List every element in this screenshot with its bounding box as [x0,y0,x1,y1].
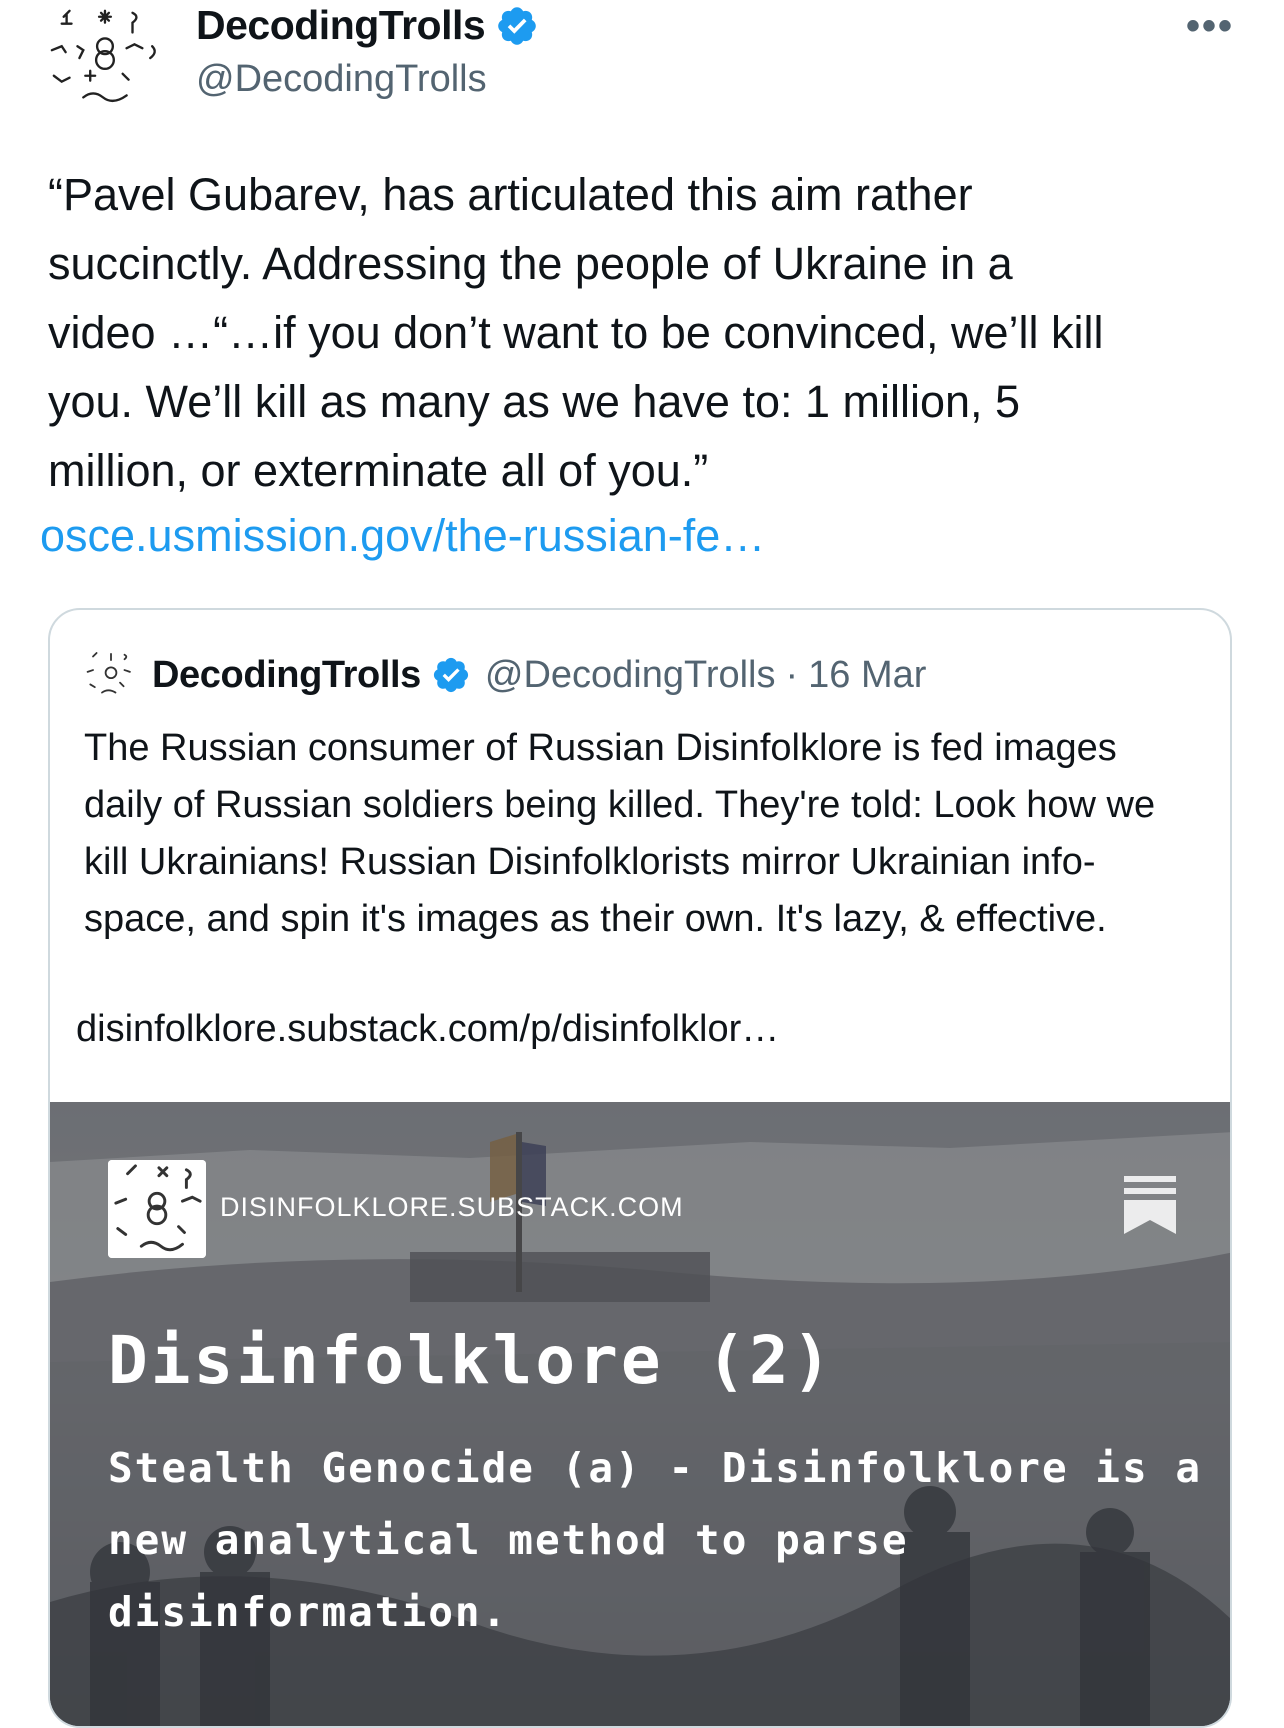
tweet-text: “Pavel Gubarev, has articulated this aim… [48,169,1104,496]
quoted-tweet-text: The Russian consumer of Russian Disinfol… [84,727,1156,940]
separator-dot: · [785,653,799,696]
substack-publication-logo [108,1160,206,1258]
quoted-tweet-header: DecodingTrolls @DecodingTrolls · 16 Mar [84,648,926,702]
more-icon[interactable]: ••• [1186,4,1234,49]
author-name[interactable]: DecodingTrolls [196,2,486,49]
verified-badge-icon [498,6,536,45]
tweet-header: DecodingTrolls @DecodingTrolls ••• [0,0,1284,130]
substack-bookmark-icon [1124,1176,1176,1234]
quoted-author-handle[interactable]: @DecodingTrolls [485,654,776,697]
link-preview-card[interactable]: DISINFOLKLORE.SUBSTACK.COM Disinfolklore… [50,1102,1230,1726]
quoted-tweet-link[interactable]: disinfolklore.substack.com/p/disinfolklo… [76,1008,779,1051]
verified-badge-icon [433,657,468,693]
card-subtitle: Stealth Genocide (a) - Disinfolklore is … [108,1444,1203,1636]
card-title: Disinfolklore (2) [108,1322,835,1399]
author-handle[interactable]: @DecodingTrolls [196,58,487,101]
quoted-tweet[interactable]: DecodingTrolls @DecodingTrolls · 16 Mar … [48,608,1232,1728]
tweet-link[interactable]: osce.usmission.gov/the-russian-fe… [40,510,765,562]
avatar[interactable] [44,6,162,116]
card-domain: DISINFOLKLORE.SUBSTACK.COM [220,1192,684,1222]
author-name-row[interactable]: DecodingTrolls [196,2,539,49]
quoted-date[interactable]: 16 Mar [808,654,926,697]
quoted-author-name[interactable]: DecodingTrolls [152,654,421,697]
quoted-avatar[interactable] [84,648,138,702]
